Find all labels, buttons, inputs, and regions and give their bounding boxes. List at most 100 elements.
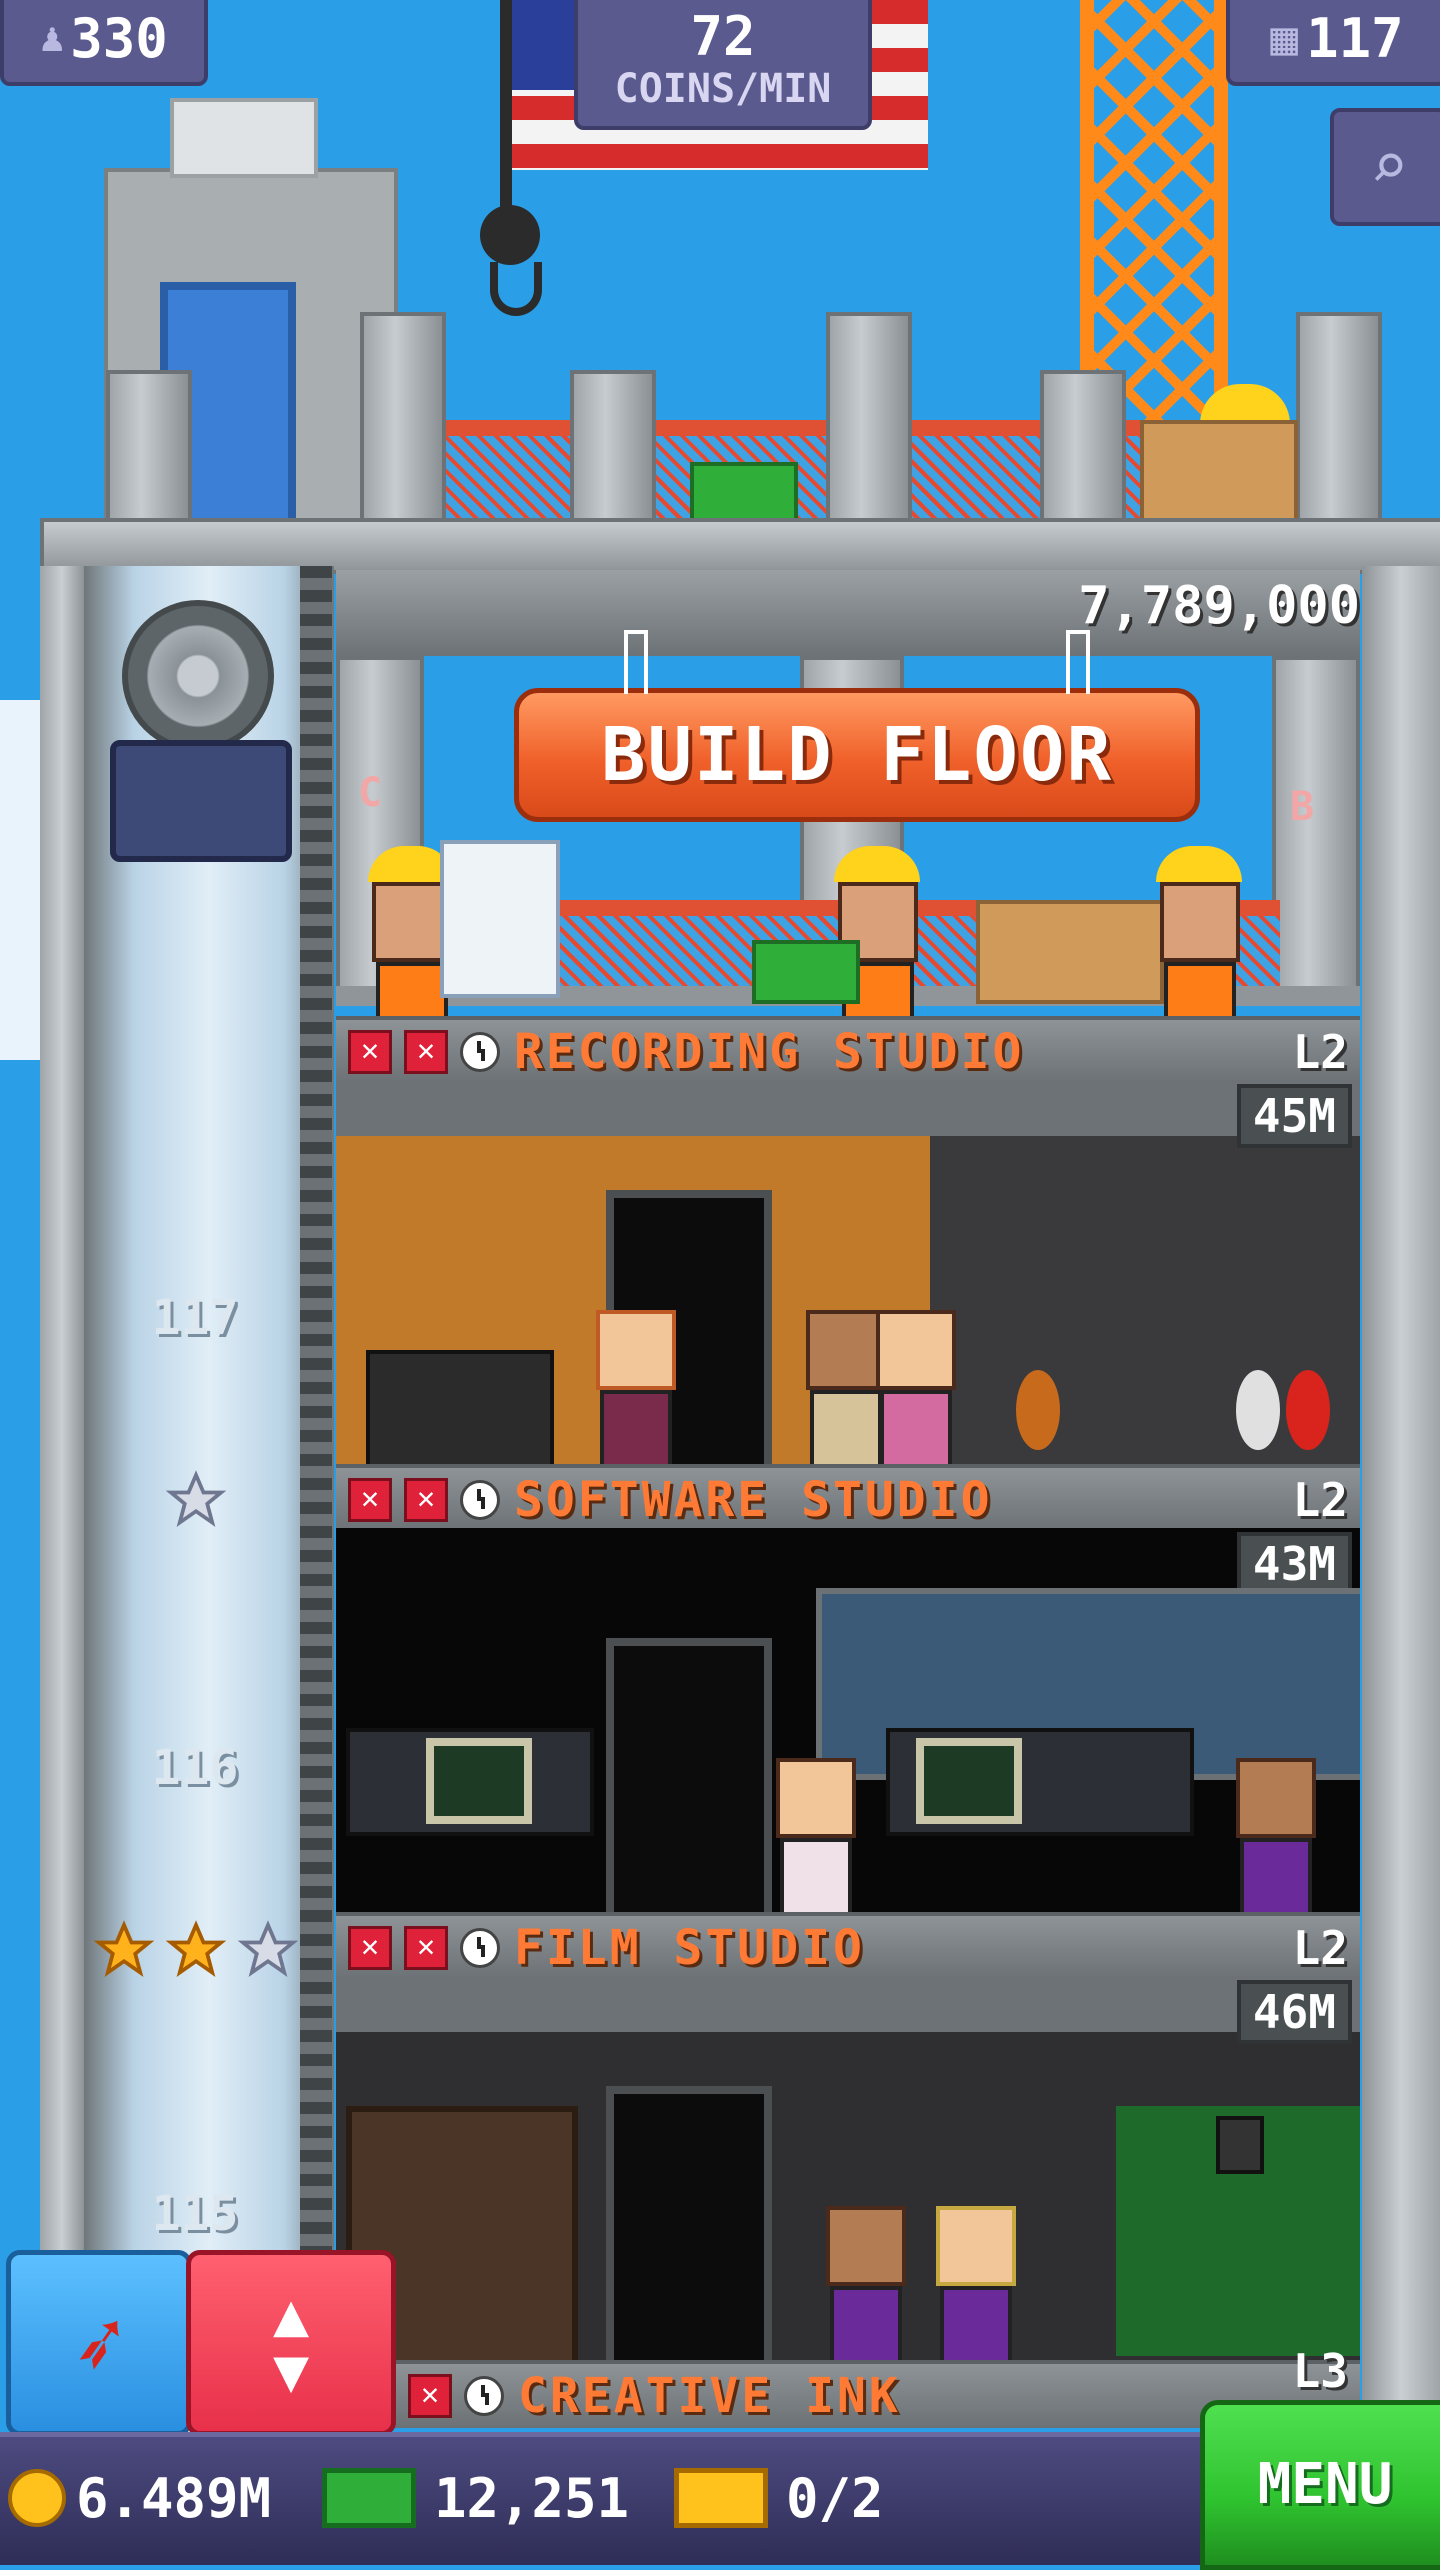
roof-pillar [826, 312, 912, 528]
crane-hook-curve [490, 262, 542, 316]
ticket-icon [674, 2468, 768, 2528]
office-worker [596, 1310, 676, 1464]
magnifier-icon: ⌕ [1369, 130, 1409, 204]
office-worker [806, 1310, 886, 1464]
floor-level: L3 [1292, 2344, 1348, 2398]
bux-value: 12,251 [434, 2466, 630, 2530]
population-value: 330 [70, 6, 168, 70]
elevator-button[interactable]: ▲ ▼ [186, 2250, 396, 2436]
silver-star-icon [166, 1470, 226, 1527]
unstocked-x-icon: ✕ [404, 1926, 448, 1970]
recording-studio-room[interactable]: 45M [336, 1080, 1360, 1464]
construction-worker [1156, 846, 1242, 1040]
menu-button[interactable]: MENU [1200, 2400, 1440, 2570]
gold-star-icon [166, 1920, 226, 1977]
floor-name: SOFTWARE STUDIO [514, 1472, 993, 1528]
sign-hanger [624, 630, 648, 694]
coins-per-min-display: 72 COINS/MIN [574, 0, 872, 130]
coins-balance[interactable]: 6.489M [8, 2460, 271, 2536]
roof-pillar [106, 370, 192, 528]
guitar-icon [1286, 1370, 1330, 1450]
build-sign-left: C [358, 770, 383, 816]
cloud [0, 700, 40, 1060]
floor-cost: 43M [1236, 1532, 1352, 1596]
build-sign-right: B [1290, 784, 1315, 830]
unstocked-x-icon: ✕ [348, 1478, 392, 1522]
guitar-icon [1016, 1370, 1060, 1450]
flag-pole [500, 0, 512, 210]
floor-name: CREATIVE INK [518, 2368, 901, 2424]
floor-counter[interactable]: ▦ 117 [1226, 0, 1440, 86]
floor-name: FILM STUDIO [514, 1920, 865, 1976]
floor-count-value: 117 [1306, 6, 1404, 70]
rooftop-vent [170, 98, 318, 178]
roof-pillar [360, 312, 446, 528]
unstocked-x-icon: ✕ [348, 1926, 392, 1970]
coins-value: 6.489M [76, 2466, 272, 2530]
office-worker [936, 2206, 1016, 2360]
coins-per-min-label: COINS/MIN [614, 66, 832, 112]
pencil-icon: ➶ [63, 2286, 135, 2400]
building-icon: ▦ [1270, 11, 1299, 65]
clock-icon [460, 1928, 500, 1968]
bux-balance[interactable]: 12,251 [322, 2460, 629, 2536]
office-worker [826, 2206, 906, 2360]
up-down-arrows-icon: ▲ ▼ [272, 2280, 310, 2406]
roof-pillar [570, 370, 656, 528]
door[interactable] [606, 2086, 772, 2360]
building-left-wall [40, 566, 84, 2466]
elevator-floor-number: 117 [151, 1290, 239, 1346]
gold-star-icon [94, 1920, 154, 1977]
clock-icon [464, 2376, 504, 2416]
crate [1140, 420, 1298, 528]
toolbox-icon [752, 940, 860, 1004]
elevator-car[interactable] [110, 740, 292, 862]
unstocked-x-icon: ✕ [404, 1030, 448, 1074]
sign-hanger [1066, 630, 1090, 694]
elevator-pulley-icon [122, 600, 274, 752]
roof-pillar [1296, 312, 1382, 528]
office-worker [876, 1310, 956, 1464]
build-floor-button[interactable]: BUILD FLOOR [514, 688, 1200, 822]
tickets-value: 0/2 [786, 2466, 884, 2530]
office-worker [776, 1758, 856, 1912]
person-icon: ♟ [40, 15, 65, 61]
population-counter[interactable]: ♟ 330 [0, 0, 208, 86]
bux-icon [322, 2468, 416, 2528]
door[interactable] [606, 1638, 772, 1912]
floor-name: RECORDING STUDIO [514, 1024, 1025, 1080]
floor-cost: 45M [1236, 1084, 1352, 1148]
spotlight-icon [1216, 2116, 1264, 2174]
coin-icon [8, 2469, 66, 2527]
clock-icon [460, 1032, 500, 1072]
build-cost: 7,789,000 [1078, 576, 1360, 636]
monitor-icon [426, 1738, 532, 1824]
monitor-icon [916, 1738, 1022, 1824]
building-right-wall [1362, 566, 1440, 2466]
unstocked-x-icon: ✕ [408, 2374, 452, 2418]
floor-cost: 46M [1236, 1980, 1352, 2044]
floor-label-recording-studio[interactable]: ✕ ✕ RECORDING STUDIO L2 [336, 1016, 1360, 1084]
coins-per-min-value: 72 [690, 5, 756, 68]
film-studio-room[interactable]: 46M [336, 1976, 1360, 2360]
edit-floor-button[interactable]: ➶ [6, 2250, 192, 2436]
elevator-rail [300, 566, 332, 2466]
tickets-balance[interactable]: 0/2 [674, 2460, 884, 2536]
floor-label-software-studio[interactable]: ✕ ✕ SOFTWARE STUDIO L2 [336, 1464, 1360, 1532]
floor-level: L2 [1292, 1025, 1348, 1079]
office-worker [1236, 1758, 1316, 1912]
clock-icon [460, 1480, 500, 1520]
roof-pillar [1040, 370, 1126, 528]
floor-level: L2 [1292, 1473, 1348, 1527]
unstocked-x-icon: ✕ [348, 1030, 392, 1074]
silver-star-icon [238, 1920, 298, 1977]
zoom-button[interactable]: ⌕ [1330, 108, 1440, 226]
software-studio-room[interactable]: 43M [336, 1528, 1360, 1912]
floor-label-film-studio[interactable]: ✕ ✕ FILM STUDIO L2 [336, 1912, 1360, 1980]
floor-level: L2 [1292, 1921, 1348, 1975]
elevator-floor-number: 116 [151, 1740, 239, 1796]
crane-hook-icon [480, 205, 540, 265]
guitar-icon [1236, 1370, 1280, 1450]
paper-stack [440, 840, 560, 998]
crate [976, 900, 1164, 1004]
